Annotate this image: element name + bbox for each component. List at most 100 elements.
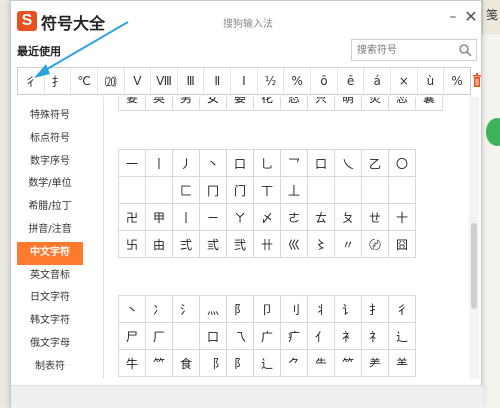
symbol-cell[interactable]: 花 [254, 97, 281, 111]
sidebar-item[interactable]: 拼音/注音 [17, 219, 83, 242]
symbol-cell[interactable]: 乁 [227, 323, 254, 350]
sidebar-item[interactable]: 数字序号 [17, 151, 83, 174]
symbol-cell[interactable] [389, 177, 416, 204]
symbol-cell[interactable]: 礻 [362, 323, 389, 350]
sidebar-item[interactable]: 制表符 [17, 356, 83, 379]
symbol-cell[interactable]: 乀 [335, 150, 362, 177]
recent-symbol[interactable]: 扌 [45, 68, 72, 94]
close-button[interactable]: ✕ [463, 7, 479, 26]
symbol-cell[interactable]: 弐 [227, 231, 254, 258]
symbol-cell[interactable]: 晏 [227, 97, 254, 111]
symbol-cell[interactable]: 讠 [335, 296, 362, 323]
symbol-cell[interactable]: 〆 [254, 204, 281, 231]
symbol-cell[interactable]: 十 [389, 204, 416, 231]
symbol-cell[interactable]: 丨 [146, 150, 173, 177]
symbol-cell[interactable]: ⻌ [254, 350, 281, 377]
symbol-cell[interactable]: 厂 [146, 323, 173, 350]
symbol-cell[interactable]: ⺶ [362, 350, 389, 377]
symbol-cell[interactable]: 丄 [281, 177, 308, 204]
symbol-cell[interactable]: 阝 [227, 296, 254, 323]
symbol-cell[interactable] [308, 177, 335, 204]
symbol-cell[interactable]: 匚 [173, 177, 200, 204]
search-input[interactable] [357, 43, 453, 58]
symbol-cell[interactable]: 要 [119, 97, 146, 111]
recent-symbol[interactable]: Ⅷ [151, 68, 178, 94]
title-bar[interactable]: S 符号大全 搜狗输入法 – ✕ [11, 1, 481, 41]
symbol-cell[interactable]: 疒 [281, 323, 308, 350]
symbol-cell[interactable]: ㄧ [200, 204, 227, 231]
symbol-cell[interactable]: 〄 [362, 231, 389, 258]
symbol-cell[interactable]: 由 [146, 231, 173, 258]
recent-symbol[interactable]: ù [418, 68, 445, 94]
symbol-cell[interactable]: 巛 [281, 231, 308, 258]
symbol-cell[interactable] [173, 323, 200, 350]
recent-symbol[interactable]: Ⅰ [231, 68, 258, 94]
symbol-cell[interactable]: 口 [308, 150, 335, 177]
symbol-cell[interactable]: ⺈ [281, 350, 308, 377]
symbol-cell[interactable]: 广 [254, 323, 281, 350]
search-box[interactable] [351, 39, 477, 61]
symbol-cell[interactable] [362, 177, 389, 204]
sidebar-item[interactable]: 标点符号 [17, 128, 83, 151]
recent-symbol[interactable]: 彳 [18, 68, 45, 94]
symbol-cell[interactable]: 甲 [146, 204, 173, 231]
symbol-cell[interactable]: 丬 [308, 296, 335, 323]
sidebar-item[interactable]: 中文字符 [17, 241, 83, 265]
symbol-cell[interactable]: 乚 [254, 150, 281, 177]
symbol-cell[interactable]: 尸 [119, 323, 146, 350]
symbol-cell[interactable]: ㄝ [362, 204, 389, 231]
symbol-cell[interactable]: 彳 [389, 296, 416, 323]
recent-symbol[interactable]: ō [311, 68, 338, 94]
recent-symbol[interactable]: ē [338, 68, 365, 94]
symbol-cell[interactable]: ⺮ [335, 350, 362, 377]
symbol-cell[interactable]: 奥 [146, 97, 173, 111]
symbol-cell[interactable]: 卄 [254, 231, 281, 258]
sidebar-item[interactable]: 英文音标 [17, 265, 83, 288]
sidebar-item[interactable]: 韩文字符 [17, 310, 83, 333]
symbol-cell[interactable]: 丶 [200, 150, 227, 177]
recent-symbol[interactable]: ½ [258, 68, 285, 94]
symbol-cell[interactable]: 牛 [119, 350, 146, 377]
symbol-cell[interactable]: 忍 [281, 97, 308, 111]
sidebar-item[interactable]: 俄文字母 [17, 333, 83, 356]
symbol-cell[interactable]: 萌 [335, 97, 362, 111]
symbol-cell[interactable]: 炎 [362, 97, 389, 111]
symbol-cell[interactable]: ㄚ [227, 204, 254, 231]
symbol-cell[interactable]: 只 [308, 97, 335, 111]
symbol-cell[interactable]: 食 [173, 350, 200, 377]
recent-symbol[interactable]: á [364, 68, 391, 94]
recent-symbol[interactable]: % [444, 68, 470, 94]
sidebar-item[interactable]: 希腊/拉丁 [17, 196, 83, 219]
symbol-cell[interactable]: 门 [227, 177, 254, 204]
symbol-cell[interactable]: 卩 [254, 296, 281, 323]
symbol-cell[interactable]: 〻 [308, 231, 335, 258]
symbol-cell[interactable]: ㄊ [308, 204, 335, 231]
symbol-cell[interactable]: ⻖ [227, 350, 254, 377]
symbol-cell[interactable]: 囧 [389, 231, 416, 258]
symbol-cell[interactable]: 亻 [308, 323, 335, 350]
symbol-cell[interactable]: 扌 [362, 296, 389, 323]
symbol-cell[interactable]: 男 [173, 97, 200, 111]
symbol-cell[interactable]: 丅 [254, 177, 281, 204]
symbol-cell[interactable]: 〇 [389, 150, 416, 177]
recent-symbol[interactable]: ⒇ [98, 68, 125, 94]
symbol-cell[interactable] [335, 177, 362, 204]
sidebar-item[interactable]: 数学/单位 [17, 173, 83, 196]
symbol-cell[interactable]: ⺮ [146, 350, 173, 377]
symbol-cell[interactable]: 冫 [146, 296, 173, 323]
symbol-cell[interactable] [119, 177, 146, 204]
symbol-cell[interactable]: 乙 [362, 150, 389, 177]
symbol-cell[interactable]: 〃 [335, 231, 362, 258]
symbol-cell[interactable]: 卍 [119, 204, 146, 231]
symbol-cell[interactable]: 女 [200, 97, 227, 111]
symbol-cell[interactable]: 弎 [200, 231, 227, 258]
symbol-cell[interactable]: 丨 [173, 204, 200, 231]
symbol-cell[interactable]: 灬 [200, 296, 227, 323]
recent-symbol[interactable]: % [284, 68, 312, 94]
symbol-cell[interactable]: 衤 [335, 323, 362, 350]
symbol-cell[interactable]: 恋 [389, 97, 416, 111]
symbol-cell[interactable]: 刂 [281, 296, 308, 323]
symbol-cell[interactable]: ⺷ [389, 350, 416, 377]
symbol-cell[interactable]: 口 [227, 150, 254, 177]
trash-icon[interactable] [473, 73, 481, 87]
